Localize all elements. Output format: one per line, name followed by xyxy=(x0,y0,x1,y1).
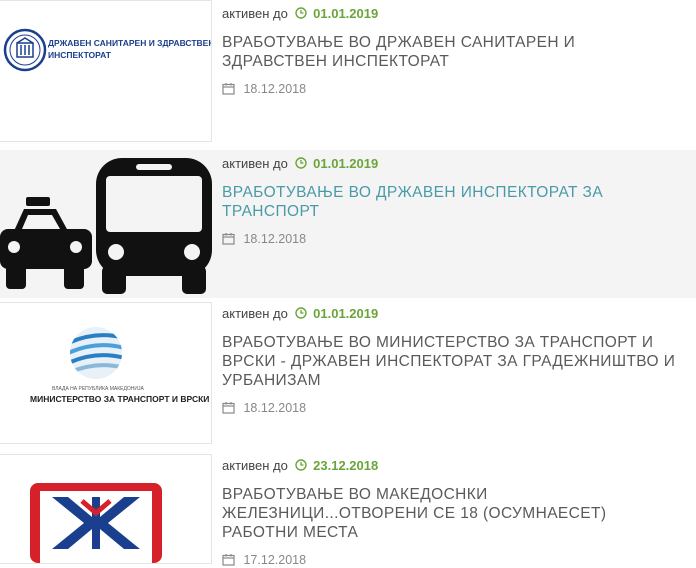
posted-date-line: 17.12.2018 xyxy=(222,552,684,568)
ministry-small-text: ВЛАДА НА РЕПУБЛИКА МАКЕДОНИЈА xyxy=(52,386,144,392)
status-label: активен до xyxy=(222,458,288,473)
status-line: активен до 01.01.2019 xyxy=(222,305,684,323)
inspectorate-emblem-icon xyxy=(3,28,47,72)
expiry-date: 01.01.2019 xyxy=(313,156,379,171)
listing-thumbnail[interactable] xyxy=(0,150,212,298)
clock-icon xyxy=(294,7,307,19)
clock-icon xyxy=(294,307,307,319)
logo-text-line1: ДРЖАВЕН САНИТАРЕН И ЗДРАВСТВЕН xyxy=(48,38,212,48)
clock-icon xyxy=(294,157,307,169)
listing-thumbnail[interactable]: ДРЖАВЕН САНИТАРЕН И ЗДРАВСТВЕН ИНСПЕКТОР… xyxy=(0,0,212,142)
status-label: активен до xyxy=(222,156,288,171)
calendar-icon xyxy=(222,83,235,95)
clock-icon xyxy=(294,459,307,471)
job-listing-item[interactable]: активен до 01.01.2019 ВРАБОТУВАЊЕ ВО ДРЖ… xyxy=(0,150,696,298)
listing-thumbnail[interactable] xyxy=(0,454,212,564)
status-label: активен до xyxy=(222,306,288,321)
bus-icon xyxy=(96,158,212,294)
expiry-date: 01.01.2019 xyxy=(313,306,379,321)
taxi-icon xyxy=(0,197,92,289)
status-line: активен до 23.12.2018 xyxy=(222,457,684,475)
listing-title-link[interactable]: ВРАБОТУВАЊЕ ВО ДРЖАВЕН ИНСПЕКТОРАТ ЗА ТР… xyxy=(222,183,684,221)
posted-date-line: 18.12.2018 xyxy=(222,231,684,247)
job-listing-item[interactable]: ДРЖАВЕН САНИТАРЕН И ЗДРАВСТВЕН ИНСПЕКТОР… xyxy=(0,0,696,148)
status-line: активен до 01.01.2019 xyxy=(222,5,684,23)
calendar-icon xyxy=(222,233,235,245)
expiry-date: 01.01.2019 xyxy=(313,6,379,21)
posted-date: 18.12.2018 xyxy=(243,82,307,96)
job-listing-item[interactable]: активен до 23.12.2018 ВРАБОТУВАЊЕ ВО МАК… xyxy=(0,454,696,567)
status-label: активен до xyxy=(222,6,288,21)
ministry-globe-icon xyxy=(70,327,122,379)
calendar-icon xyxy=(222,554,235,566)
posted-date: 18.12.2018 xyxy=(243,232,307,246)
railways-logo-icon xyxy=(30,483,162,563)
posted-date: 18.12.2018 xyxy=(243,401,307,415)
posted-date: 17.12.2018 xyxy=(243,553,307,567)
ministry-name-text: МИНИСТЕРСТВО ЗА ТРАНСПОРТ И ВРСКИ xyxy=(30,394,210,404)
listing-title-link[interactable]: ВРАБОТУВАЊЕ ВО МАКЕДОСНКИ ЖЕЛЕЗНИЦИ...ОТ… xyxy=(222,485,684,542)
listing-thumbnail[interactable]: ВЛАДА НА РЕПУБЛИКА МАКЕДОНИЈА МИНИСТЕРСТ… xyxy=(0,302,212,444)
job-listing-item[interactable]: ВЛАДА НА РЕПУБЛИКА МАКЕДОНИЈА МИНИСТЕРСТ… xyxy=(0,302,696,450)
logo-text-line2: ИНСПЕКТОРАТ xyxy=(48,50,111,60)
listing-title-link[interactable]: ВРАБОТУВАЊЕ ВО МИНИСТЕРСТВО ЗА ТРАНСПОРТ… xyxy=(222,333,684,390)
listing-title-link[interactable]: ВРАБОТУВАЊЕ ВО ДРЖАВЕН САНИТАРЕН И ЗДРАВ… xyxy=(222,33,684,71)
calendar-icon xyxy=(222,402,235,414)
status-line: активен до 01.01.2019 xyxy=(222,155,684,173)
posted-date-line: 18.12.2018 xyxy=(222,400,684,416)
posted-date-line: 18.12.2018 xyxy=(222,81,684,97)
expiry-date: 23.12.2018 xyxy=(313,458,379,473)
